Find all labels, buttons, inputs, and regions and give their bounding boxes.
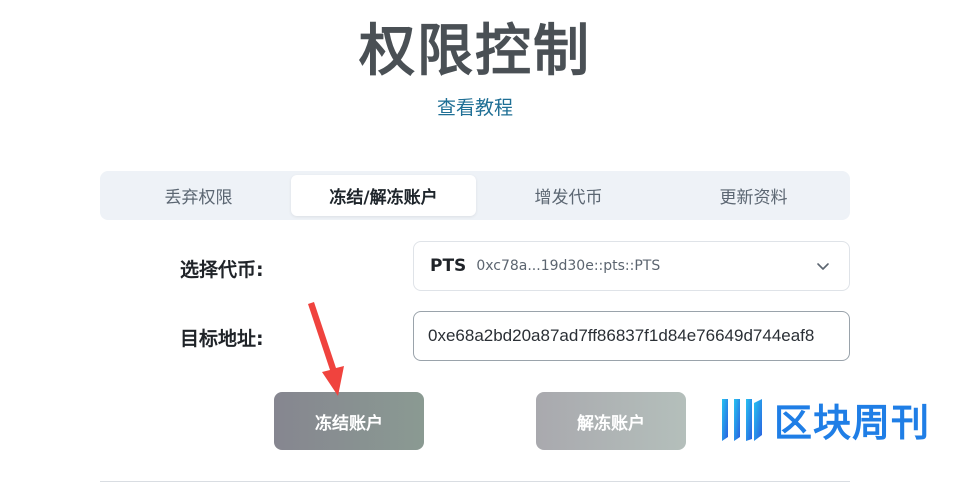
permission-control-page: 权限控制 查看教程 丢弃权限 冻结/解冻账户 增发代币 更新资料 选择代币: P… — [0, 0, 980, 483]
freeze-account-button[interactable]: 冻结账户 — [274, 392, 424, 450]
annotation-arrow-icon — [308, 302, 344, 396]
page-title: 权限控制 — [359, 19, 591, 84]
target-address-label: 目标地址: — [180, 328, 264, 350]
token-symbol: PTS — [430, 256, 467, 276]
watermark-text: 区块周刊 — [774, 401, 931, 445]
tab-update-info[interactable]: 更新资料 — [661, 175, 846, 216]
tab-freeze-unfreeze-account[interactable]: 冻结/解冻账户 — [291, 175, 476, 216]
view-tutorial-link[interactable]: 查看教程 — [0, 93, 950, 120]
token-id: 0xc78a...19d30e::pts::PTS — [476, 258, 661, 274]
unfreeze-account-button[interactable]: 解冻账户 — [536, 392, 686, 450]
tab-mint-tokens[interactable]: 增发代币 — [476, 175, 661, 216]
token-select[interactable]: PTS 0xc78a...19d30e::pts::PTS — [413, 241, 850, 291]
section-divider — [100, 481, 850, 482]
action-tabs: 丢弃权限 冻结/解冻账户 增发代币 更新资料 — [100, 171, 850, 220]
token-select-label: 选择代币: — [180, 259, 264, 281]
watermark: 区块周刊 — [718, 392, 930, 447]
watermark-logo-icon — [722, 398, 762, 441]
target-address-input[interactable] — [413, 311, 850, 361]
tab-discard-authority[interactable]: 丢弃权限 — [106, 175, 291, 216]
chevron-down-icon — [817, 263, 829, 270]
